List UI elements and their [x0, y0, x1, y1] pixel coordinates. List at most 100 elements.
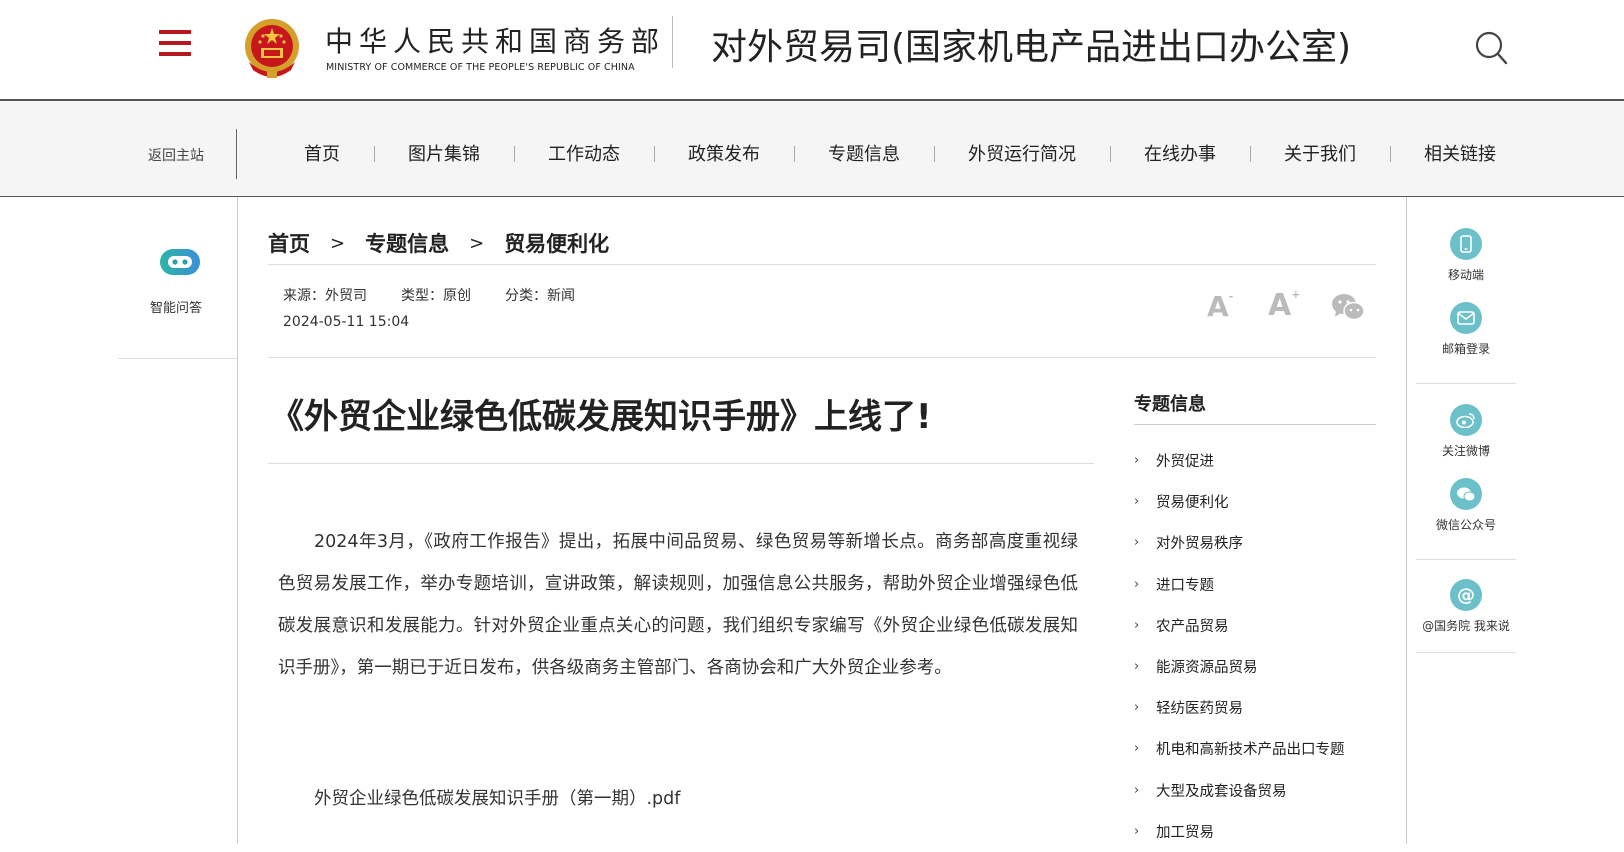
topic-item[interactable]: › 能源资源品贸易	[1134, 646, 1345, 687]
breadcrumb: 首页 > 专题信息 > 贸易便利化	[268, 228, 609, 258]
at-sign-icon: @	[1450, 579, 1482, 611]
weibo-icon	[1450, 404, 1482, 436]
ministry-name-en: MINISTRY OF COMMERCE OF THE PEOPLE'S REP…	[326, 62, 635, 73]
chevron-right-icon: ›	[1134, 659, 1140, 675]
nav-list: 首页 图片集锦 工作动态 政策发布 专题信息 外贸运行简况 在线办事 关于我们 …	[270, 137, 1530, 169]
meta-divider	[268, 357, 1376, 358]
robot-icon[interactable]	[158, 247, 202, 277]
topic-item[interactable]: › 轻纺医药贸易	[1134, 687, 1345, 728]
nav-item-online-service[interactable]: 在线办事	[1110, 140, 1250, 166]
topic-item[interactable]: › 加工贸易	[1134, 811, 1345, 852]
topic-item-label: 进口专题	[1156, 577, 1214, 594]
rail-divider	[1416, 383, 1516, 384]
mail-icon	[1450, 302, 1482, 334]
article-type: 类型：原创	[401, 288, 471, 304]
email-login-label: 邮箱登录	[1441, 342, 1490, 356]
chevron-right-icon: ›	[1134, 535, 1140, 551]
topic-item-label: 贸易便利化	[1156, 495, 1229, 512]
article-body: 2024年3月，《政府工作报告》提出，拓展中间品贸易、绿色贸易等新增长点。商务部…	[278, 532, 1078, 678]
nav-item-about[interactable]: 关于我们	[1250, 140, 1390, 166]
topic-item-label: 外贸促进	[1156, 454, 1214, 471]
return-main-site-link[interactable]: 返回主站	[148, 145, 204, 165]
chevron-right-icon: ›	[1134, 823, 1140, 839]
header-divider	[672, 16, 673, 68]
breadcrumb-topics[interactable]: 专题信息	[365, 228, 449, 258]
font-decrease-label: A	[1207, 290, 1229, 323]
department-title: 对外贸易司(国家机电产品进出口办公室)	[711, 27, 1352, 68]
left-sidebar: 智能问答	[118, 197, 238, 359]
topic-item-label: 加工贸易	[1156, 824, 1214, 841]
chevron-right-icon: ›	[1134, 494, 1140, 510]
topic-item-label: 能源资源品贸易	[1156, 660, 1258, 677]
mobile-link[interactable]: 移动端	[1416, 228, 1516, 283]
chevron-right-icon: ›	[1134, 576, 1140, 592]
mobile-label: 移动端	[1447, 268, 1484, 282]
left-column-divider	[237, 359, 238, 844]
font-decrease-button[interactable]: A-	[1207, 290, 1233, 323]
topic-sidebar-title: 专题信息	[1134, 394, 1206, 415]
wechat-icon	[1450, 478, 1482, 510]
mobile-phone-icon	[1450, 228, 1482, 260]
gov-feedback-label: @国务院 我来说	[1422, 619, 1510, 633]
topic-item[interactable]: › 对外贸易秩序	[1134, 522, 1345, 563]
topic-item-label: 机电和高新技术产品出口专题	[1156, 742, 1345, 759]
rail-divider	[1416, 652, 1516, 653]
article-category: 分类：新闻	[505, 288, 575, 304]
topic-item[interactable]: › 外贸促进	[1134, 440, 1345, 481]
site-header: 中华人民共和国商务部 MINISTRY OF COMMERCE OF THE P…	[0, 0, 1624, 101]
font-increase-button[interactable]: A+	[1268, 288, 1300, 323]
breadcrumb-separator: >	[469, 232, 485, 254]
font-decrease-sign: -	[1228, 290, 1234, 303]
wechat-official-link[interactable]: 微信公众号	[1416, 478, 1516, 533]
nav-item-topics[interactable]: 专题信息	[794, 140, 934, 166]
topic-item[interactable]: › 贸易便利化	[1134, 481, 1345, 522]
topic-item-label: 大型及成套设备贸易	[1156, 783, 1287, 800]
wechat-official-label: 微信公众号	[1435, 518, 1496, 532]
article-meta: 来源：外贸司 类型：原创 分类：新闻	[283, 285, 575, 305]
wechat-share-icon[interactable]	[1331, 292, 1365, 322]
gov-feedback-link[interactable]: @ @国务院 我来说	[1416, 579, 1516, 634]
nav-item-policy[interactable]: 政策发布	[654, 140, 794, 166]
topic-item[interactable]: › 进口专题	[1134, 564, 1345, 605]
topic-item[interactable]: › 大型及成套设备贸易	[1134, 770, 1345, 811]
article-date: 2024-05-11 15:04	[283, 314, 410, 330]
weibo-label: 关注微博	[1441, 444, 1490, 458]
email-login-link[interactable]: 邮箱登录	[1416, 302, 1516, 357]
topic-sidebar-divider	[1134, 424, 1376, 425]
article-title: 《外贸企业绿色低碳发展知识手册》上线了!	[270, 397, 932, 437]
article-source: 来源：外贸司	[283, 288, 367, 304]
breadcrumb-trade-facilitation[interactable]: 贸易便利化	[504, 228, 609, 258]
national-emblem-icon	[245, 19, 299, 78]
nav-item-work-news[interactable]: 工作动态	[514, 140, 654, 166]
smart-qa-label[interactable]: 智能问答	[150, 297, 202, 316]
topic-item-label: 轻纺医药贸易	[1156, 701, 1243, 718]
font-increase-label: A	[1268, 288, 1292, 323]
topic-item[interactable]: › 农产品贸易	[1134, 605, 1345, 646]
chevron-right-icon: ›	[1134, 741, 1140, 757]
topic-list: › 外贸促进 › 贸易便利化 › 对外贸易秩序 › 进口专题 › 农产品贸易 › 能源资源品…	[1134, 440, 1345, 852]
font-increase-sign: +	[1291, 288, 1301, 301]
main-nav: 返回主站 首页 图片集锦 工作动态 政策发布 专题信息 外贸运行简况 在线办事 …	[0, 101, 1624, 197]
nav-item-trade-brief[interactable]: 外贸运行简况	[934, 140, 1110, 166]
chevron-right-icon: ›	[1134, 782, 1140, 798]
breadcrumb-divider	[268, 264, 1376, 265]
weibo-link[interactable]: 关注微博	[1416, 404, 1516, 459]
topic-item[interactable]: › 机电和高新技术产品出口专题	[1134, 728, 1345, 769]
menu-icon[interactable]	[159, 30, 191, 56]
rail-divider	[1416, 559, 1516, 560]
title-divider	[268, 463, 1094, 464]
right-rail-divider	[1406, 197, 1407, 844]
breadcrumb-home[interactable]: 首页	[268, 228, 310, 258]
ministry-name-cn: 中华人民共和国商务部	[325, 25, 666, 58]
search-icon[interactable]	[1474, 30, 1508, 66]
nav-item-gallery[interactable]: 图片集锦	[374, 140, 514, 166]
chevron-right-icon: ›	[1134, 617, 1140, 633]
chevron-right-icon: ›	[1134, 700, 1140, 716]
chevron-right-icon: ›	[1134, 453, 1140, 469]
breadcrumb-separator: >	[330, 232, 346, 254]
attachment-link[interactable]: 外贸企业绿色低碳发展知识手册（第一期）.pdf	[314, 785, 680, 810]
nav-divider	[236, 129, 237, 179]
nav-item-home[interactable]: 首页	[270, 140, 374, 166]
topic-item-label: 农产品贸易	[1156, 618, 1229, 635]
nav-item-links[interactable]: 相关链接	[1390, 140, 1530, 166]
